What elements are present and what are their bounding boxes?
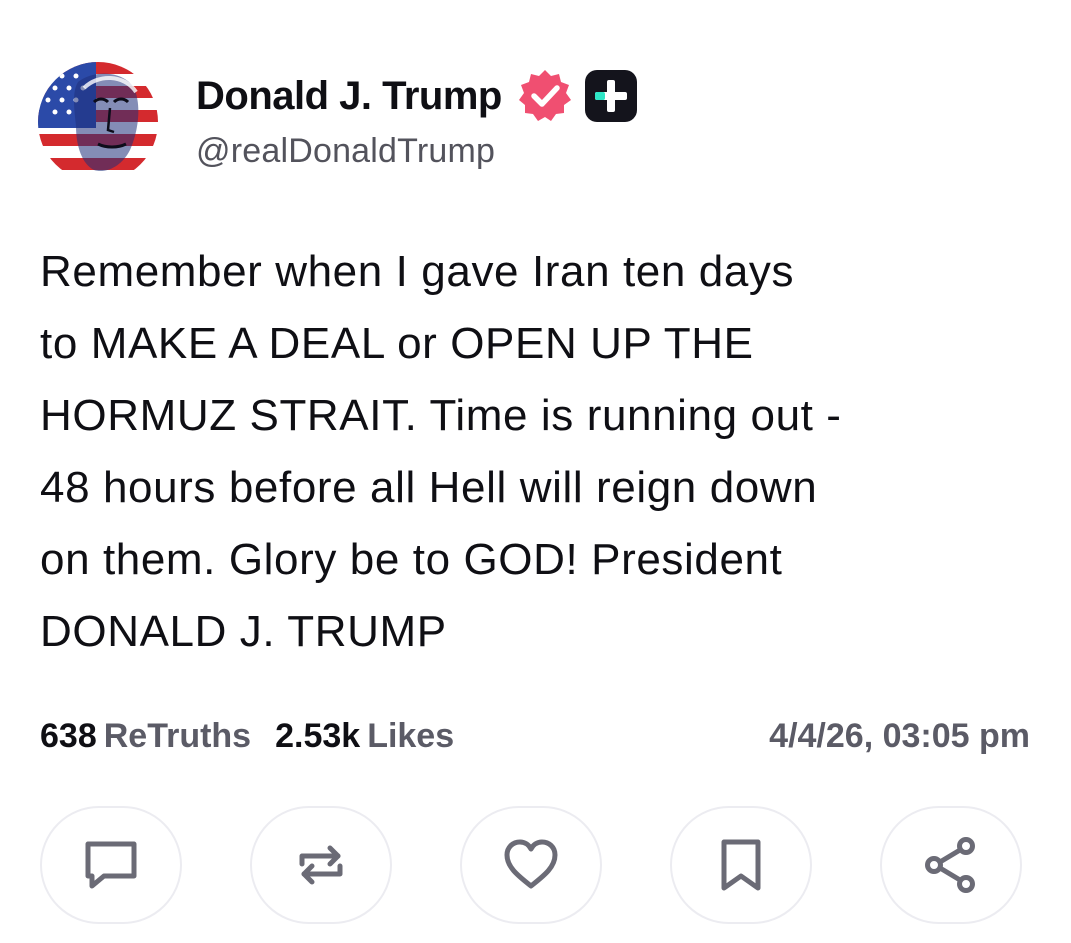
truth-plus-badge-icon xyxy=(582,67,640,125)
verified-badge-icon xyxy=(516,67,574,125)
retruths-count[interactable]: 638 xyxy=(40,717,97,756)
post-timestamp: 4/4/26, 03:05 pm xyxy=(769,716,1030,755)
flag-portrait-icon xyxy=(38,62,158,182)
share-button[interactable] xyxy=(880,806,1022,924)
retruths-label[interactable]: ReTruths xyxy=(104,717,251,756)
post-text: Remember when I gave Iran ten days to MA… xyxy=(40,247,842,656)
post-header: Donald J. Trump @realDonaldTrump xyxy=(38,62,1038,184)
action-bar xyxy=(40,806,1022,926)
retruth-icon xyxy=(299,845,343,885)
comment-icon xyxy=(85,841,137,889)
share-icon xyxy=(925,837,975,893)
display-name[interactable]: Donald J. Trump xyxy=(196,74,502,119)
avatar[interactable] xyxy=(38,62,158,182)
reply-button[interactable] xyxy=(40,806,182,924)
like-button[interactable] xyxy=(460,806,602,924)
likes-count[interactable]: 2.53k xyxy=(275,717,360,756)
bookmark-icon xyxy=(721,839,761,891)
post-stats: 638 ReTruths 2.53k Likes 4/4/26, 03:05 p… xyxy=(40,712,1030,760)
author-handle[interactable]: @realDonaldTrump xyxy=(196,132,495,171)
bookmark-button[interactable] xyxy=(670,806,812,924)
likes-label[interactable]: Likes xyxy=(367,717,454,756)
retruth-button[interactable] xyxy=(250,806,392,924)
author-name-row: Donald J. Trump xyxy=(196,68,640,124)
heart-icon xyxy=(504,839,558,889)
